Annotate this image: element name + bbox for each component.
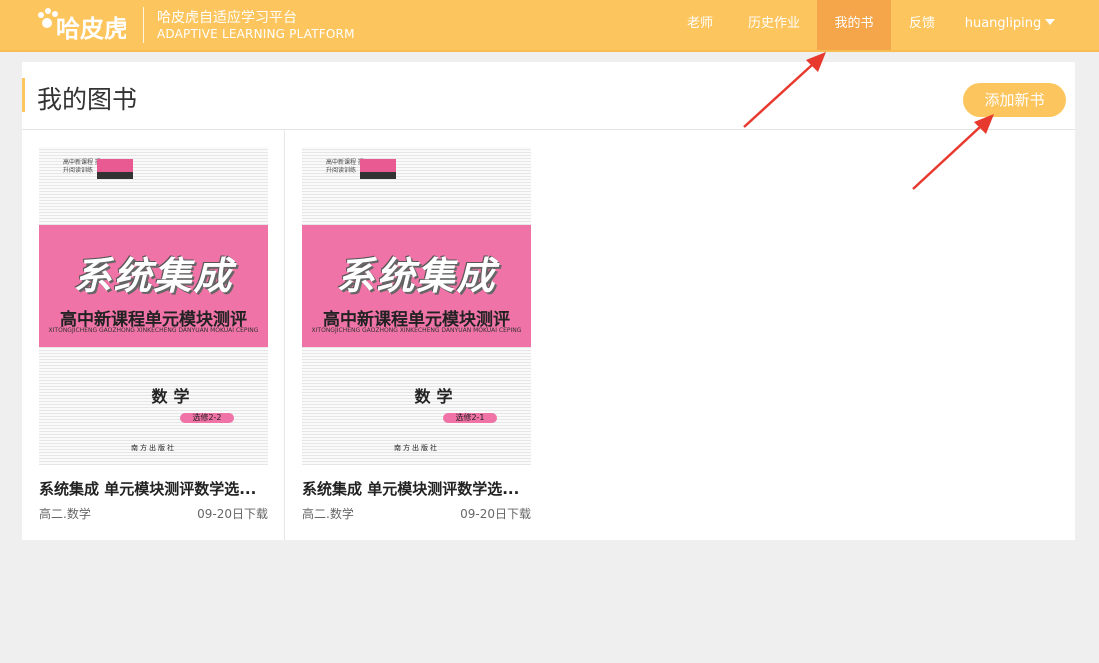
add-book-button[interactable]: 添加新书: [963, 83, 1066, 117]
book-cover[interactable]: 高中新课程 提升阅读训练 系统集成 高中新课程单元模块测评 XITONGJICH…: [39, 147, 268, 465]
user-menu[interactable]: huangliping: [960, 0, 1060, 50]
cover-subject: 数学: [414, 387, 459, 406]
book-grade-subject: 高二.数学: [302, 507, 354, 521]
nav-my-books[interactable]: 我的书: [817, 0, 891, 50]
nav-teacher[interactable]: 老师: [676, 0, 724, 50]
cover-publisher: 南方出版社: [394, 444, 439, 452]
logo-text: 哈皮虎: [56, 15, 126, 43]
cover-series: 高中新课程 提升阅读训练: [326, 159, 364, 174]
cover-tag: [97, 172, 133, 179]
cover-volume: 选修2-1: [443, 413, 497, 423]
book-cover[interactable]: 高中新课程 提升阅读训练 系统集成 高中新课程单元模块测评 XITONGJICH…: [302, 147, 531, 465]
nav-feedback[interactable]: 反馈: [900, 0, 944, 50]
brand-name: 哈皮虎自适应学习平台: [157, 10, 297, 26]
title-accent: [22, 78, 25, 112]
cover-publisher: 南方出版社: [131, 444, 176, 452]
cover-pinyin: XITONGJICHENG GAOZHONG XINKECHENG DANYUA…: [48, 327, 259, 334]
username: huangliping: [964, 16, 1042, 31]
cover-pinyin: XITONGJICHENG GAOZHONG XINKECHENG DANYUA…: [311, 327, 522, 334]
panel-header: 我的图书 添加新书: [22, 62, 1075, 130]
logo-divider: [143, 7, 144, 43]
book-card[interactable]: 高中新课程 提升阅读训练 系统集成 高中新课程单元模块测评 XITONGJICH…: [285, 130, 548, 540]
book-title[interactable]: 系统集成 单元模块测评数学选...: [39, 478, 271, 499]
caret-down-icon: [1045, 19, 1056, 25]
cover-tag: [360, 172, 396, 179]
top-navbar: 哈皮虎 哈皮虎自适应学习平台 ADAPTIVE LEARNING PLATFOR…: [0, 0, 1099, 52]
book-download-date: 09-20日下载: [460, 507, 531, 521]
brand-tagline: ADAPTIVE LEARNING PLATFORM: [157, 27, 355, 41]
page-title: 我的图书: [37, 85, 138, 114]
book-card[interactable]: 高中新课程 提升阅读训练 系统集成 高中新课程单元模块测评 XITONGJICH…: [22, 130, 285, 540]
cover-title: 系统集成: [336, 254, 497, 298]
logo[interactable]: 哈皮虎: [34, 6, 126, 46]
cover-volume: 选修2-2: [180, 413, 234, 423]
nav-history-homework[interactable]: 历史作业: [740, 0, 808, 50]
book-download-date: 09-20日下载: [197, 507, 268, 521]
book-grade-subject: 高二.数学: [39, 507, 91, 521]
cover-series: 高中新课程 提升阅读训练: [63, 159, 101, 174]
cover-subject: 数学: [151, 387, 196, 406]
cover-title: 系统集成: [73, 254, 234, 298]
book-title[interactable]: 系统集成 单元模块测评数学选...: [302, 478, 534, 499]
books-panel: 我的图书 添加新书 高中新课程 提升阅读训练 系统集成 高中新课程单元模块测评 …: [22, 62, 1075, 540]
